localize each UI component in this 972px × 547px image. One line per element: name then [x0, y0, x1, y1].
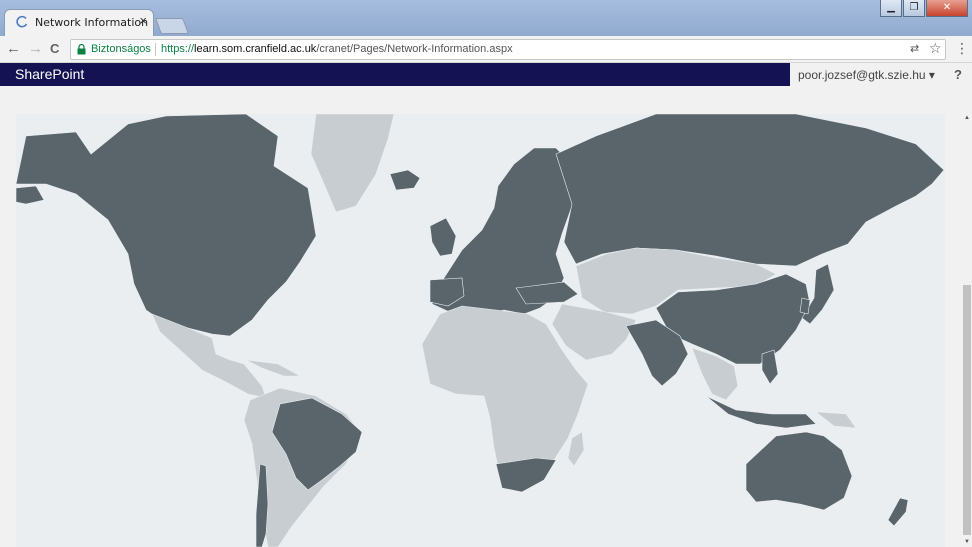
region-iceland[interactable] [389, 169, 421, 191]
scroll-down-icon[interactable]: ▼ [962, 539, 972, 545]
forward-icon[interactable]: → [28, 40, 43, 58]
help-icon[interactable]: ? [954, 67, 962, 82]
region-south-africa[interactable] [495, 457, 557, 493]
title-bar: Network Information × ▁ ❐ ✕ [0, 0, 972, 36]
new-tab-button[interactable] [155, 18, 189, 34]
region-russia[interactable] [555, 114, 945, 267]
browser-tab[interactable]: Network Information × [4, 9, 154, 36]
region-uk[interactable] [429, 217, 457, 257]
restore-icon[interactable]: ❐ [903, 0, 925, 17]
url-path: /cranet/Pages/Network-Information.aspx [316, 43, 513, 55]
lock-icon [77, 44, 86, 55]
scroll-thumb[interactable] [963, 285, 971, 535]
scroll-up-icon[interactable]: ▲ [962, 115, 972, 121]
region-greenland[interactable] [310, 114, 395, 213]
region-korea[interactable] [799, 297, 811, 315]
address-bar[interactable]: Biztonságos https://learn.som.cranfield.… [70, 39, 946, 60]
region-caribbean[interactable] [245, 359, 301, 377]
page-scrollbar[interactable]: ▲ ▼ [962, 113, 972, 547]
world-map [16, 114, 945, 547]
url-scheme: https:// [161, 43, 195, 55]
url-host: learn.som.cranfield.ac.uk [194, 43, 317, 55]
back-icon[interactable]: ← [6, 40, 21, 58]
tab-title: Network Information [35, 16, 149, 29]
address-separator [155, 43, 156, 56]
region-madagascar[interactable] [567, 431, 585, 467]
close-tab-icon[interactable]: × [139, 14, 147, 28]
region-australia[interactable] [745, 431, 853, 511]
world-map-svg [16, 114, 945, 547]
region-papua[interactable] [815, 411, 857, 429]
reload-icon[interactable]: C [50, 40, 59, 58]
region-philippines[interactable] [761, 349, 779, 385]
region-north-america[interactable] [16, 114, 317, 337]
close-window-icon[interactable]: ✕ [926, 0, 968, 17]
page-loading-icon [16, 15, 28, 28]
user-menu[interactable]: poor.jozsef@gtk.szie.hu ▾ [798, 68, 935, 82]
url-text[interactable]: https://learn.som.cranfield.ac.uk/cranet… [161, 43, 513, 55]
translate-icon[interactable]: ⇄ [910, 42, 919, 55]
star-icon[interactable]: ☆ [929, 40, 942, 57]
sharepoint-brand[interactable]: SharePoint [15, 66, 84, 82]
menu-icon[interactable]: ⋮ [955, 40, 969, 57]
region-new-zealand[interactable] [887, 497, 909, 527]
region-indonesia[interactable] [705, 395, 817, 429]
browser-toolbar: ← → C Biztonságos https://learn.som.cran… [0, 36, 972, 63]
region-alaska[interactable] [16, 185, 45, 205]
sharepoint-bar: SharePoint [0, 63, 790, 86]
secure-label: Biztonságos [91, 43, 151, 55]
minimize-icon[interactable]: ▁ [880, 0, 902, 17]
window-controls: ▁ ❐ ✕ [880, 0, 968, 18]
